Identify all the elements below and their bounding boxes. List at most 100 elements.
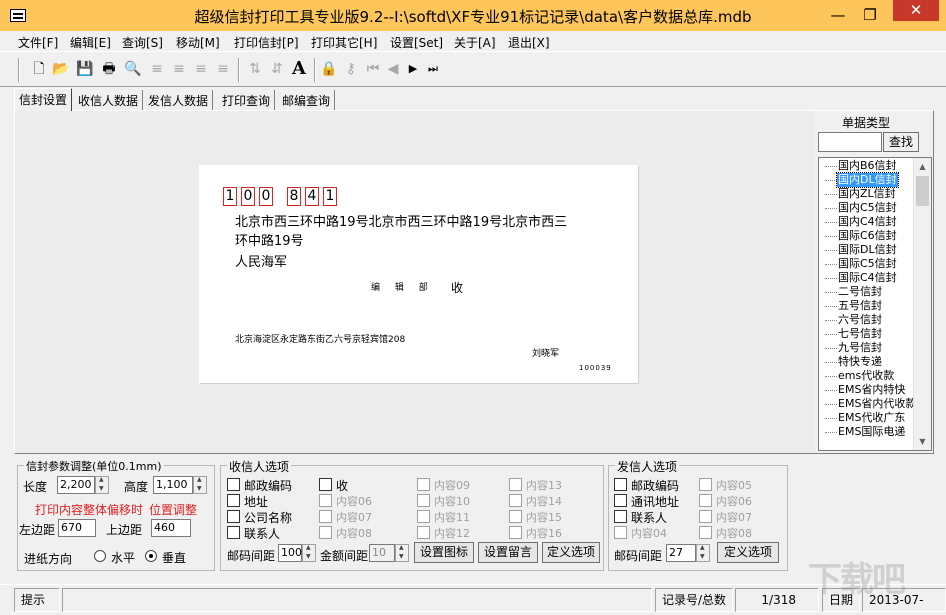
doc-type-item[interactable]: 国内ZL信封 <box>837 187 897 201</box>
sender-options-checkbox[interactable] <box>699 526 712 539</box>
scroll-thumb[interactable] <box>916 176 929 206</box>
feed-horizontal-radio[interactable] <box>94 550 106 562</box>
length-input[interactable]: 2,200 <box>57 476 95 494</box>
recipient-options-checkbox[interactable] <box>509 494 522 507</box>
menu-about[interactable]: 关于[A] <box>454 34 496 51</box>
recipient-define-options-button[interactable]: 定义选项 <box>542 542 600 563</box>
doc-type-item[interactable]: EMS省内特快 <box>837 383 906 397</box>
sender-options-checkbox[interactable] <box>699 478 712 491</box>
sort-descending-icon[interactable]: ⇵ <box>268 60 286 78</box>
recipient-postcode-gap-input[interactable]: 100 <box>278 544 302 562</box>
restore-button[interactable]: ❐ <box>856 4 884 26</box>
feed-vertical-radio[interactable] <box>145 550 157 562</box>
lock-icon[interactable]: 🔒 <box>320 60 338 78</box>
doc-type-item[interactable]: 国内C5信封 <box>837 201 898 215</box>
recipient-options-checkbox[interactable] <box>417 478 430 491</box>
doc-type-item[interactable]: 五号信封 <box>837 299 883 313</box>
sender-options-checkbox[interactable] <box>699 510 712 523</box>
previous-record-icon[interactable]: ◀ <box>384 60 402 78</box>
set-note-button[interactable]: 设置留言 <box>478 542 538 563</box>
print-preview-icon[interactable]: 🔍 <box>124 60 142 78</box>
sort-ascending-icon[interactable]: ⇅ <box>246 60 264 78</box>
tab-recipient-data[interactable]: 收信人数据 <box>74 90 144 110</box>
align-right-icon[interactable]: ≡ <box>214 60 232 78</box>
doc-type-search-button[interactable]: 查找 <box>883 132 919 152</box>
recipient-options-checkbox[interactable] <box>319 494 332 507</box>
sender-postcode-gap-spinner[interactable] <box>696 544 710 562</box>
doc-type-item[interactable]: 六号信封 <box>837 313 883 327</box>
recipient-options-checkbox[interactable] <box>417 494 430 507</box>
recipient-options-checkbox[interactable] <box>227 494 240 507</box>
menu-settings[interactable]: 设置[Set] <box>390 34 443 51</box>
menu-print-other[interactable]: 打印其它[H] <box>311 34 377 51</box>
recipient-options-checkbox[interactable] <box>417 526 430 539</box>
align-center-icon[interactable]: ≡ <box>192 60 210 78</box>
recipient-options-checkbox[interactable] <box>417 510 430 523</box>
scroll-up-icon[interactable]: ▲ <box>914 158 931 175</box>
doc-type-item[interactable]: 九号信封 <box>837 341 883 355</box>
doc-type-item[interactable]: 国际DL信封 <box>837 243 898 257</box>
left-margin-input[interactable]: 670 <box>58 519 96 537</box>
menu-move[interactable]: 移动[M] <box>176 34 220 51</box>
tab-print-query[interactable]: 打印查询 <box>218 90 276 110</box>
doc-type-item[interactable]: 国际C6信封 <box>837 229 898 243</box>
open-folder-icon[interactable]: 📂 <box>52 60 70 78</box>
sender-options-checkbox[interactable] <box>699 494 712 507</box>
sender-options-checkbox[interactable] <box>614 478 627 491</box>
height-input[interactable]: 1,100 <box>153 476 193 494</box>
sender-options-checkbox[interactable] <box>614 526 627 539</box>
doc-type-item[interactable]: EMS省内代收款 <box>837 397 917 411</box>
sender-options-checkbox[interactable] <box>614 494 627 507</box>
recipient-options-checkbox[interactable] <box>227 478 240 491</box>
length-spinner[interactable] <box>95 476 109 494</box>
doc-type-item[interactable]: 特快专递 <box>837 355 883 369</box>
top-margin-input[interactable]: 460 <box>151 519 191 537</box>
sender-postcode-gap-input[interactable]: 27 <box>666 544 696 562</box>
doc-type-item[interactable]: 国内DL信封 <box>836 172 899 188</box>
new-file-icon[interactable]: 🗋 <box>30 60 48 78</box>
menu-edit[interactable]: 编辑[E] <box>70 34 111 51</box>
tab-sender-data[interactable]: 发信人数据 <box>144 90 214 110</box>
key-icon[interactable]: ⚷ <box>342 60 360 78</box>
doc-type-item[interactable]: EMS国际电递 <box>837 425 906 439</box>
envelope-preview[interactable]: 1 0 0 8 4 1 北京市西三环中路19号北京市西三环中路19号北京市西三环… <box>199 165 638 383</box>
recipient-options-checkbox[interactable] <box>319 478 332 491</box>
menu-exit[interactable]: 退出[X] <box>508 34 550 51</box>
amount-gap-spinner[interactable] <box>395 544 409 562</box>
doc-type-scrollbar[interactable]: ▲ ▼ <box>913 158 931 450</box>
doc-type-item[interactable]: EMS代收广东 <box>837 411 906 425</box>
print-icon[interactable]: 🖶 <box>100 60 118 78</box>
recipient-options-checkbox[interactable] <box>509 526 522 539</box>
save-icon[interactable]: 💾 <box>76 60 94 78</box>
recipient-options-checkbox[interactable] <box>227 526 240 539</box>
minimize-button[interactable]: — <box>824 4 852 26</box>
menu-file[interactable]: 文件[F] <box>18 34 58 51</box>
doc-type-search-input[interactable] <box>818 132 882 152</box>
doc-type-item[interactable]: 国内B6信封 <box>837 159 898 173</box>
amount-gap-input[interactable]: 10 <box>369 544 395 562</box>
doc-type-item[interactable]: ems代收款 <box>837 369 895 383</box>
set-icon-button[interactable]: 设置图标 <box>414 542 474 563</box>
tab-envelope-settings[interactable]: 信封设置 <box>14 88 73 111</box>
scroll-down-icon[interactable]: ▼ <box>914 433 931 450</box>
recipient-postcode-gap-spinner[interactable] <box>302 544 316 562</box>
next-record-icon[interactable]: ▶ <box>404 60 422 78</box>
first-record-icon[interactable]: ⏮ <box>364 60 382 78</box>
doc-type-item[interactable]: 国内C4信封 <box>837 215 898 229</box>
sender-define-options-button[interactable]: 定义选项 <box>717 542 779 563</box>
recipient-options-checkbox[interactable] <box>319 526 332 539</box>
recipient-options-checkbox[interactable] <box>227 510 240 523</box>
menu-print-envelope[interactable]: 打印信封[P] <box>234 34 299 51</box>
doc-type-item[interactable]: 二号信封 <box>837 285 883 299</box>
doc-type-item[interactable]: 七号信封 <box>837 327 883 341</box>
align-left-icon[interactable]: ≡ <box>170 60 188 78</box>
last-record-icon[interactable]: ⏭ <box>424 60 442 78</box>
font-icon[interactable]: A <box>290 60 308 78</box>
recipient-options-checkbox[interactable] <box>509 478 522 491</box>
height-spinner[interactable] <box>193 476 207 494</box>
tab-postcode-query[interactable]: 邮编查询 <box>278 90 336 110</box>
recipient-options-checkbox[interactable] <box>509 510 522 523</box>
sender-options-checkbox[interactable] <box>614 510 627 523</box>
menu-query[interactable]: 查询[S] <box>122 34 163 51</box>
close-button[interactable]: ✕ <box>893 0 939 21</box>
